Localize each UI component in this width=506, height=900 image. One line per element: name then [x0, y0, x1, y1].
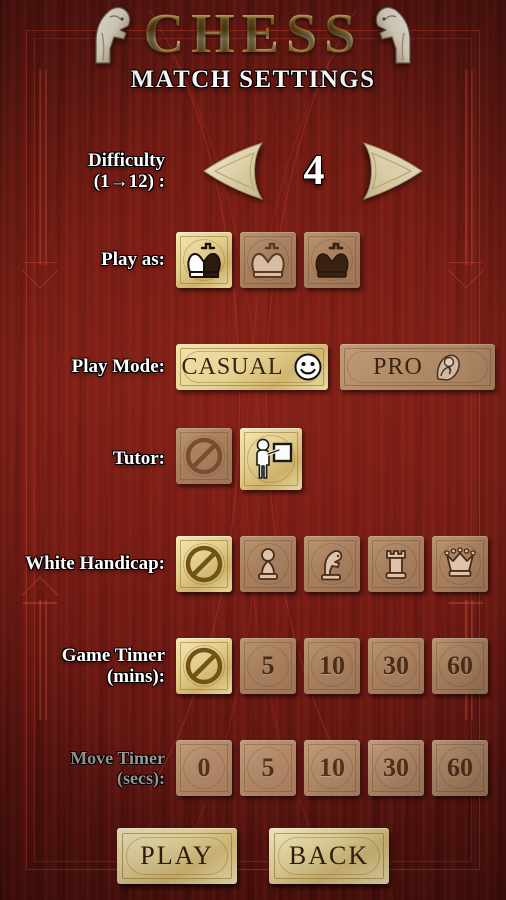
play-mode-option-casual[interactable]: CASUAL	[176, 344, 328, 390]
pawn-icon	[240, 536, 296, 592]
move-timer-5-label: 5	[261, 753, 275, 782]
tutor-label: Tutor:	[112, 448, 165, 470]
king-white-icon	[240, 232, 296, 288]
move-timer-60-label: 60	[447, 753, 473, 782]
king-half-white-black-icon	[176, 232, 232, 288]
game-timer-label: Game Timer (mins):	[0, 645, 165, 688]
difficulty-row: Difficulty (1→12) : 4	[0, 132, 506, 210]
move-timer-label-line2: (secs):	[117, 768, 165, 788]
move-timer-option-60[interactable]: 60	[432, 740, 488, 796]
header: CHESS MATCH SETTINGS	[0, 0, 506, 112]
rook-icon	[368, 536, 424, 592]
no-entry-icon	[176, 638, 232, 694]
smiley-face-icon	[293, 352, 323, 382]
tutor-option-on[interactable]	[240, 428, 302, 490]
play-button-label: PLAY	[140, 841, 214, 870]
play-as-label: Play as:	[101, 249, 165, 271]
difficulty-label-line1: Difficulty	[87, 149, 165, 171]
queen-icon	[432, 536, 488, 592]
tutor-option-off[interactable]	[176, 428, 232, 484]
game-timer-option-none[interactable]	[176, 638, 232, 694]
move-timer-10-label: 10	[319, 753, 345, 782]
move-timer-option-10[interactable]: 10	[304, 740, 360, 796]
tutor-row: Tutor:	[0, 428, 506, 490]
move-timer-label-line1: Move Timer	[70, 747, 165, 768]
play-as-option-random[interactable]	[176, 232, 232, 288]
knight-icon	[376, 6, 411, 64]
white-handicap-row: White Handicap:	[0, 536, 506, 592]
play-mode-label: Play Mode:	[71, 356, 165, 378]
teacher-icon	[240, 428, 302, 490]
play-as-option-black[interactable]	[304, 232, 360, 288]
play-as-option-white[interactable]	[240, 232, 296, 288]
game-timer-10-label: 10	[319, 651, 345, 680]
game-timer-option-60[interactable]: 60	[432, 638, 488, 694]
white-handicap-option-none[interactable]	[176, 536, 232, 592]
white-handicap-option-queen[interactable]	[432, 536, 488, 592]
difficulty-label: Difficulty (1→12) :	[0, 150, 165, 193]
difficulty-decrease-button[interactable]	[200, 140, 268, 202]
white-handicap-option-rook[interactable]	[368, 536, 424, 592]
thinker-statue-icon	[432, 352, 462, 382]
move-timer-0-label: 0	[197, 753, 211, 782]
game-timer-option-10[interactable]: 10	[304, 638, 360, 694]
play-button[interactable]: PLAY	[117, 828, 237, 884]
game-timer-60-label: 60	[447, 651, 473, 680]
back-button-label: BACK	[288, 841, 370, 870]
move-timer-option-5[interactable]: 5	[240, 740, 296, 796]
white-handicap-label: White Handicap:	[25, 553, 165, 575]
game-timer-5-label: 5	[261, 651, 275, 680]
no-entry-icon	[176, 536, 232, 592]
play-as-row: Play as:	[0, 232, 506, 288]
white-handicap-option-pawn[interactable]	[240, 536, 296, 592]
game-timer-label-line1: Game Timer	[61, 644, 165, 666]
move-timer-option-30[interactable]: 30	[368, 740, 424, 796]
difficulty-label-line2: (1→12) :	[93, 171, 165, 192]
move-timer-30-label: 30	[383, 753, 409, 782]
move-timer-row: Move Timer (secs): 0 5 10 30 60	[0, 740, 506, 796]
back-button[interactable]: BACK	[269, 828, 389, 884]
no-entry-icon	[176, 428, 232, 484]
play-mode-pro-label: PRO	[373, 353, 423, 380]
game-title: CHESS	[140, 2, 367, 66]
play-mode-casual-label: CASUAL	[181, 353, 284, 380]
match-settings-screen: CHESS MATCH SETTINGS Difficulty (1→12) :…	[0, 0, 506, 900]
move-timer-label: Move Timer (secs):	[0, 748, 165, 788]
difficulty-increase-button[interactable]	[358, 140, 426, 202]
page-title: MATCH SETTINGS	[130, 66, 376, 93]
game-timer-label-line2: (mins):	[106, 666, 165, 687]
king-black-icon	[304, 232, 360, 288]
game-timer-option-5[interactable]: 5	[240, 638, 296, 694]
play-mode-option-pro[interactable]: PRO	[340, 344, 495, 390]
move-timer-option-0[interactable]: 0	[176, 740, 232, 796]
game-timer-30-label: 30	[383, 651, 409, 680]
game-timer-row: Game Timer (mins): 5 10 30 60	[0, 638, 506, 694]
play-mode-row: Play Mode: CASUAL PRO	[0, 344, 506, 390]
knight-icon	[304, 536, 360, 592]
knight-icon	[95, 6, 130, 64]
game-timer-option-30[interactable]: 30	[368, 638, 424, 694]
difficulty-value: 4	[303, 148, 325, 194]
title-row: CHESS	[0, 0, 506, 68]
white-handicap-option-knight[interactable]	[304, 536, 360, 592]
